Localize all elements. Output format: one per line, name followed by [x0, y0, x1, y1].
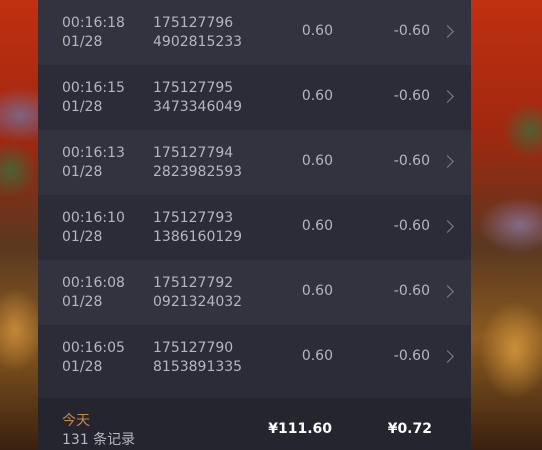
order-id-part1: 175127794 [153, 145, 234, 161]
record-amount: 0.60 [301, 153, 333, 169]
record-amount: 0.60 [301, 283, 333, 299]
chevron-right-icon[interactable] [441, 285, 454, 298]
order-id-part1: 175127793 [153, 210, 234, 226]
record-net: -0.60 [393, 283, 430, 299]
date-value: 01/28 [62, 164, 103, 180]
time-value: 00:16:18 [62, 15, 125, 31]
table-row[interactable]: 00:16:05 01/28 175127790 8153891335 0.60… [38, 325, 471, 390]
chevron-right-icon[interactable] [441, 25, 454, 38]
record-net: -0.60 [393, 23, 430, 39]
record-amount: 0.60 [301, 88, 333, 104]
record-count: 131 条记录 [62, 432, 136, 448]
record-order-id: 175127792 0921324032 [153, 274, 242, 312]
record-net: -0.60 [393, 88, 430, 104]
time-value: 00:16:13 [62, 145, 125, 161]
time-value: 00:16:08 [62, 275, 125, 291]
record-order-id: 175127794 2823982593 [153, 144, 242, 182]
order-id-part2: 2823982593 [153, 164, 243, 180]
order-id-part2: 3473346049 [153, 99, 243, 115]
record-amount: 0.60 [301, 218, 333, 234]
table-row[interactable]: 00:16:18 01/28 175127796 4902815233 0.60… [38, 0, 471, 65]
time-value: 00:16:05 [62, 340, 125, 356]
chevron-right-icon[interactable] [441, 350, 454, 363]
date-value: 01/28 [62, 229, 103, 245]
time-value: 00:16:10 [62, 210, 125, 226]
table-row[interactable]: 00:16:15 01/28 175127795 3473346049 0.60… [38, 65, 471, 130]
order-id-part2: 8153891335 [153, 359, 243, 375]
record-order-id: 175127795 3473346049 [153, 79, 242, 117]
record-amount: 0.60 [301, 348, 333, 364]
record-net: -0.60 [393, 218, 430, 234]
record-order-id: 175127790 8153891335 [153, 339, 242, 377]
record-time: 00:16:15 01/28 [62, 79, 125, 117]
order-id-part2: 1386160129 [153, 229, 243, 245]
record-order-id: 175127796 4902815233 [153, 14, 242, 52]
date-value: 01/28 [62, 99, 103, 115]
summary-footer: 今天 131 条记录 ¥111.60 ¥0.72 [38, 398, 471, 450]
record-amount: 0.60 [301, 23, 333, 39]
order-id-part2: 0921324032 [153, 294, 243, 310]
table-row[interactable]: 00:16:08 01/28 175127792 0921324032 0.60… [38, 260, 471, 325]
record-time: 00:16:08 01/28 [62, 274, 125, 312]
record-time: 00:16:10 01/28 [62, 209, 125, 247]
record-time: 00:16:13 01/28 [62, 144, 125, 182]
record-net: -0.60 [393, 348, 430, 364]
total-net: ¥0.72 [387, 421, 432, 437]
records-panel: 00:16:18 01/28 175127796 4902815233 0.60… [38, 0, 471, 450]
table-row[interactable]: 00:16:10 01/28 175127793 1386160129 0.60… [38, 195, 471, 260]
period-label: 今天 [62, 413, 90, 429]
order-id-part1: 175127795 [153, 80, 234, 96]
record-net: -0.60 [393, 153, 430, 169]
order-id-part1: 175127790 [153, 340, 234, 356]
order-id-part1: 175127792 [153, 275, 234, 291]
chevron-right-icon[interactable] [441, 220, 454, 233]
date-value: 01/28 [62, 359, 103, 375]
date-value: 01/28 [62, 34, 103, 50]
chevron-right-icon[interactable] [441, 90, 454, 103]
time-value: 00:16:15 [62, 80, 125, 96]
date-value: 01/28 [62, 294, 103, 310]
chevron-right-icon[interactable] [441, 155, 454, 168]
record-time: 00:16:05 01/28 [62, 339, 125, 377]
order-id-part2: 4902815233 [153, 34, 243, 50]
record-time: 00:16:18 01/28 [62, 14, 125, 52]
order-id-part1: 175127796 [153, 15, 234, 31]
total-amount: ¥111.60 [268, 421, 332, 437]
table-row[interactable]: 00:16:13 01/28 175127794 2823982593 0.60… [38, 130, 471, 195]
record-order-id: 175127793 1386160129 [153, 209, 242, 247]
